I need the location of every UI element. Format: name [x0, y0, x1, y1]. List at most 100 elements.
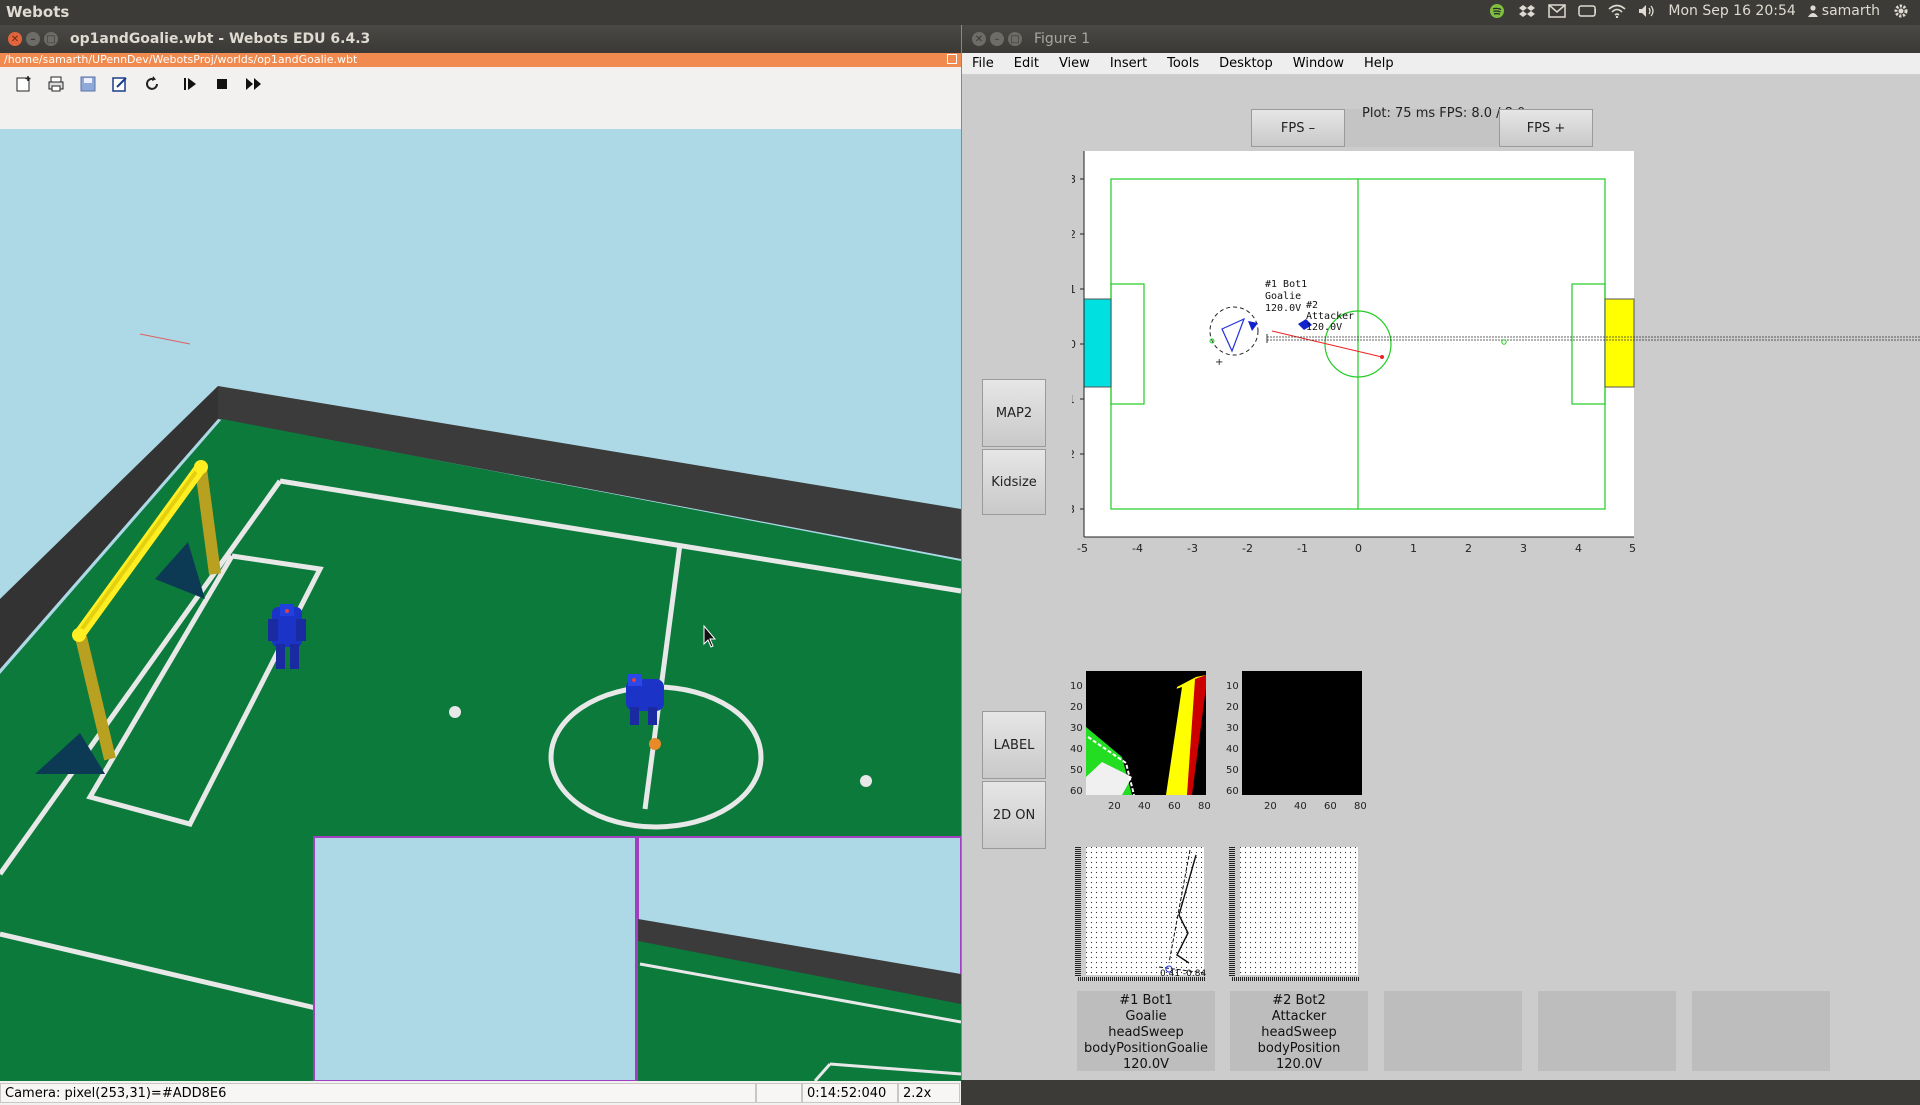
world-path: /home/samarth/UPennDev/WebotsProj/worlds… — [4, 53, 358, 66]
bot1-caption-line2: Goalie — [1125, 1009, 1167, 1024]
y-tick-1: 1 — [1072, 283, 1076, 296]
img2-ytick-50: 50 — [1226, 765, 1239, 776]
figure-window-title: Figure 1 — [1034, 31, 1091, 47]
close-icon[interactable]: ✕ — [972, 32, 986, 46]
webots-title-bar: ✕ – □ op1andGoalie.wbt - Webots EDU 6.4.… — [0, 25, 961, 53]
bot2-caption-line2: Attacker — [1271, 1009, 1327, 1024]
menu-window[interactable]: Window — [1293, 56, 1344, 71]
3d-view[interactable] — [0, 129, 961, 1081]
img1-xtick-80: 80 — [1198, 801, 1211, 812]
empty-slot-5 — [1692, 991, 1830, 1071]
img1-ytick-30: 30 — [1070, 723, 1083, 734]
status-bar: Camera: pixel(253,31)=#ADD8E6 0:14:52:04… — [0, 1081, 961, 1105]
clock[interactable]: Mon Sep 16 20:54 — [1668, 3, 1795, 19]
robot2-image: 10 20 30 40 50 60 20 40 60 80 — [1226, 671, 1367, 812]
reload-icon[interactable] — [140, 72, 164, 96]
img1-ytick-20: 20 — [1070, 702, 1083, 713]
menu-file[interactable]: File — [972, 56, 994, 71]
x-tick-3: 3 — [1520, 542, 1527, 555]
field-map-plot[interactable]: 3 2 1 0 -1 -2 -3 -5 -4 -3 -2 -1 0 1 2 3 … — [1072, 151, 1920, 671]
x-tick-minus3: -3 — [1187, 542, 1198, 555]
img2-xtick-60: 60 — [1324, 801, 1337, 812]
bot1-caption-line1: #1 Bot1 — [1119, 993, 1173, 1008]
active-app-name: Webots — [6, 3, 70, 21]
img1-xtick-20: 20 — [1108, 801, 1121, 812]
webots-window-title: op1andGoalie.wbt - Webots EDU 6.4.3 — [70, 31, 371, 47]
simulation-toolbar — [0, 67, 275, 101]
menu-tools[interactable]: Tools — [1167, 56, 1199, 71]
camera-pixel-status: Camera: pixel(253,31)=#ADD8E6 — [0, 1083, 756, 1103]
spotify-icon[interactable] — [1488, 3, 1506, 19]
simulation-time: 0:14:52:040 — [802, 1083, 898, 1103]
user-menu[interactable]: samarth — [1807, 3, 1880, 19]
maximize-icon[interactable]: □ — [1008, 32, 1022, 46]
ball[interactable] — [649, 738, 661, 750]
minimize-icon[interactable]: – — [26, 32, 40, 46]
bot2-label-line1: #2 — [1306, 300, 1318, 311]
img2-ytick-10: 10 — [1226, 681, 1239, 692]
close-icon[interactable]: ✕ — [8, 32, 22, 46]
battery-icon[interactable] — [1578, 3, 1597, 19]
x-tick-4: 4 — [1575, 542, 1582, 555]
wifi-icon[interactable] — [1608, 3, 1626, 19]
img2-ytick-30: 30 — [1226, 723, 1239, 734]
bot2-caption-line4: bodyPosition — [1257, 1041, 1341, 1056]
y-tick-3: 3 — [1072, 173, 1076, 186]
x-tick-0: 0 — [1355, 542, 1362, 555]
bot2-local-map[interactable] — [1218, 845, 1368, 1010]
2d-on-button[interactable]: 2D ON — [982, 781, 1046, 849]
img1-xtick-60: 60 — [1168, 801, 1181, 812]
step-icon[interactable] — [178, 72, 202, 96]
bot2-caption-line1: #2 Bot2 — [1272, 993, 1326, 1008]
status-spacer — [756, 1083, 802, 1103]
y-tick-minus3: -3 — [1072, 503, 1075, 516]
img2-ytick-60: 60 — [1226, 786, 1239, 797]
bot1-local-map[interactable]: 0.41 -0.84 — [1064, 845, 1214, 1010]
y-tick-2: 2 — [1072, 228, 1076, 241]
menu-desktop[interactable]: Desktop — [1219, 56, 1273, 71]
bot2-caption-line5: 120.0V — [1275, 1057, 1323, 1072]
menu-view[interactable]: View — [1059, 56, 1090, 71]
img1-ytick-50: 50 — [1070, 765, 1083, 776]
user-name: samarth — [1821, 3, 1880, 19]
volume-icon[interactable] — [1638, 3, 1656, 19]
bot2-caption-line3: headSweep — [1261, 1025, 1337, 1040]
menu-insert[interactable]: Insert — [1110, 56, 1147, 71]
menu-help[interactable]: Help — [1364, 56, 1394, 71]
new-world-icon[interactable] — [12, 72, 36, 96]
x-tick-minus4: -4 — [1132, 542, 1143, 555]
bot2-camera-image[interactable] — [1242, 671, 1362, 795]
img1-ytick-10: 10 — [1070, 681, 1083, 692]
figure-window: ✕ – □ Figure 1 File Edit View Insert Too… — [961, 25, 1920, 1080]
gear-icon[interactable] — [1892, 3, 1910, 19]
print-icon[interactable] — [44, 72, 68, 96]
img2-xtick-40: 40 — [1294, 801, 1307, 812]
bot2-label-line3: 120.0V — [1306, 322, 1342, 333]
detach-icon[interactable] — [947, 54, 957, 64]
fps-minus-button[interactable]: FPS – — [1251, 109, 1345, 147]
mail-icon[interactable] — [1548, 3, 1567, 19]
x-tick-minus1: -1 — [1297, 542, 1308, 555]
edit-icon[interactable] — [108, 72, 132, 96]
kidsize-button[interactable]: Kidsize — [982, 449, 1046, 515]
fps-plus-button[interactable]: FPS + — [1499, 109, 1593, 147]
bot2-label-line2: Attacker — [1306, 311, 1354, 322]
bot1-caption-line3: headSweep — [1108, 1025, 1184, 1040]
empty-slot-4 — [1538, 991, 1676, 1071]
maximize-icon[interactable]: □ — [44, 32, 58, 46]
bot2-caption: #2 Bot2 Attacker headSweep bodyPosition … — [1230, 991, 1368, 1072]
dropbox-icon[interactable] — [1518, 3, 1536, 19]
label-button[interactable]: LABEL — [982, 711, 1046, 779]
img1-ytick-60: 60 — [1070, 786, 1083, 797]
map2-button[interactable]: MAP2 — [982, 379, 1046, 447]
bot1-caption: #1 Bot1 Goalie headSweep bodyPositionGoa… — [1077, 991, 1215, 1072]
system-top-bar: Webots Mon Sep 16 20:54 samarth — [0, 0, 1920, 24]
stop-icon[interactable] — [210, 72, 234, 96]
fast-forward-icon[interactable] — [242, 72, 266, 96]
menu-edit[interactable]: Edit — [1014, 56, 1039, 71]
minimize-icon[interactable]: – — [990, 32, 1004, 46]
system-tray: Mon Sep 16 20:54 samarth — [1488, 3, 1910, 19]
y-tick-minus1: -1 — [1072, 393, 1075, 406]
user-icon — [1807, 5, 1818, 17]
save-icon[interactable] — [76, 72, 100, 96]
